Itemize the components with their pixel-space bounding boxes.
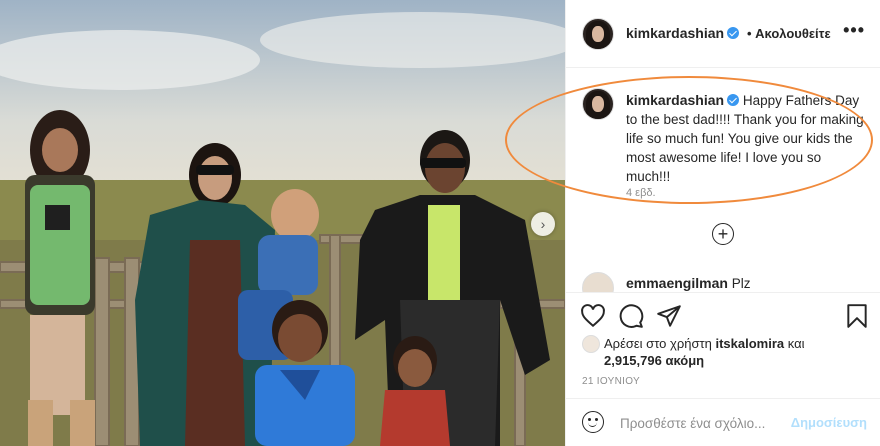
comment-text-block: emmaengilman Plz: [626, 275, 750, 291]
comment-input[interactable]: [618, 409, 792, 437]
plus-circle-icon: +: [717, 224, 729, 244]
post-date[interactable]: 21 ΙΟΥΝΙΟΥ: [582, 376, 640, 387]
author-avatar[interactable]: [582, 18, 614, 50]
caption-text-block: kimkardashian Happy Fathers Day to the b…: [626, 91, 866, 186]
verified-icon: [727, 27, 740, 39]
heart-icon[interactable]: [580, 303, 606, 329]
likes-connector: και: [787, 336, 805, 351]
comment-icon[interactable]: [618, 303, 644, 329]
chevron-right-icon: ›: [540, 216, 546, 232]
more-options-icon[interactable]: •••: [843, 20, 865, 41]
share-icon[interactable]: [656, 303, 682, 329]
post-photo[interactable]: ›: [0, 0, 565, 446]
likes-suffix: ακόμη: [665, 353, 705, 368]
author-username-link[interactable]: kimkardashian: [626, 25, 724, 41]
post-header: kimkardashian • Ακολουθείτε •••: [566, 0, 880, 68]
comment-item: emmaengilman Plz: [582, 272, 872, 292]
family-photo-image: [0, 0, 565, 446]
likes-prefix: Αρέσει στο χρήστη: [604, 336, 712, 351]
caption-avatar[interactable]: [582, 88, 614, 120]
header-author: kimkardashian • Ακολουθείτε: [626, 25, 831, 41]
emoji-icon[interactable]: [582, 411, 604, 433]
post-side-panel: kimkardashian • Ακολουθείτε ••• kimkarda…: [565, 0, 880, 446]
caption-username-link[interactable]: kimkardashian: [626, 92, 724, 108]
add-comment-bar: Δημοσίευση: [566, 398, 880, 446]
following-status[interactable]: • Ακολουθείτε: [747, 26, 831, 41]
comment-username-link[interactable]: emmaengilman: [626, 275, 728, 291]
carousel-next-button[interactable]: ›: [531, 212, 555, 236]
caption-timestamp[interactable]: 4 εβδ.: [626, 187, 656, 199]
comment-text: Plz: [731, 276, 751, 291]
bookmark-icon[interactable]: [844, 303, 870, 329]
action-bar: [566, 292, 880, 336]
comment-avatar[interactable]: [582, 272, 614, 292]
post-comment-button[interactable]: Δημοσίευση: [791, 415, 867, 430]
liker-avatar[interactable]: [582, 335, 600, 353]
verified-icon: [727, 94, 740, 106]
likes-count: 2,915,796: [604, 353, 662, 368]
likes-count-link[interactable]: 2,915,796 ακόμη: [604, 352, 704, 369]
load-more-comments-button[interactable]: +: [712, 223, 734, 245]
liker-username-link[interactable]: itskalomira: [715, 336, 784, 351]
likes-line: Αρέσει στο χρήστη itskalomira και: [604, 335, 805, 352]
